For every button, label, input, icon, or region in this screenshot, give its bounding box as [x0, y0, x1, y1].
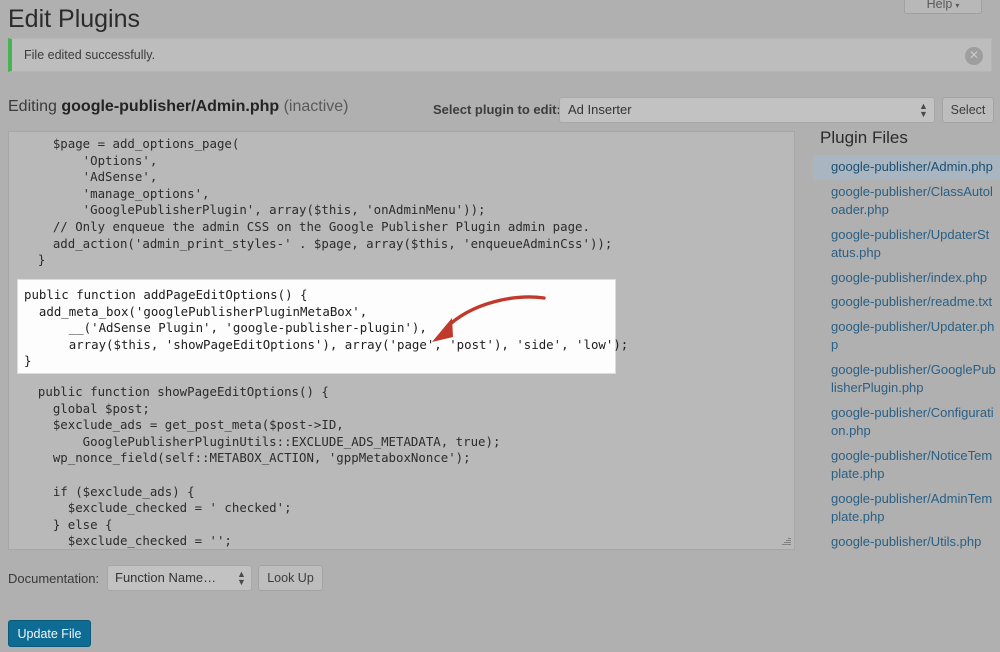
plugin-file-item[interactable]: google-publisher/NoticeTemplate.php	[813, 444, 1000, 487]
editing-state: (inactive)	[283, 98, 349, 115]
update-file-button[interactable]: Update File	[8, 620, 91, 647]
plugin-file-item[interactable]: google-publisher/AdminTemplate.php	[813, 487, 1000, 530]
editor-code-after: public function showPageEditOptions() { …	[37, 384, 501, 549]
plugin-file-item[interactable]: google-publisher/UpdaterStatus.php	[813, 223, 1000, 266]
plugin-file-item[interactable]: google-publisher/Utils.php	[813, 530, 1000, 555]
close-icon[interactable]: ✕	[965, 47, 983, 65]
plugin-files-title: Plugin Files	[820, 128, 908, 147]
help-tab[interactable]: Help ▾	[904, 0, 982, 14]
plugin-file-item[interactable]: google-publisher/Admin.php	[813, 155, 1000, 180]
editing-filename: google-publisher/Admin.php	[61, 98, 280, 115]
look-up-button[interactable]: Look Up	[258, 565, 323, 591]
plugin-file-item[interactable]: google-publisher/ClassAutoloader.php	[813, 180, 1000, 223]
help-tab-label: Help	[926, 0, 953, 11]
plugin-select-label: Select plugin to edit:	[433, 102, 561, 117]
documentation-select[interactable]: Function Name…	[107, 565, 252, 591]
page-title: Edit Plugins	[8, 5, 141, 33]
editing-file-label: Editing google-publisher/Admin.php (inac…	[8, 98, 349, 116]
highlighted-code-callout: public function addPageEditOptions() { a…	[18, 280, 628, 373]
documentation-label: Documentation:	[8, 571, 100, 586]
plugin-select-dropdown[interactable]: Ad Inserter	[559, 97, 935, 123]
plugin-file-item[interactable]: google-publisher/Updater.php	[813, 315, 1000, 358]
success-notice: File edited successfully. ✕	[8, 38, 992, 72]
editor-code-before: $page = add_options_page( 'Options', 'Ad…	[37, 136, 613, 268]
plugin-file-item[interactable]: google-publisher/index.php	[813, 266, 1000, 291]
plugin-file-item[interactable]: google-publisher/Configuration.php	[813, 401, 1000, 444]
chevron-down-icon: ▾	[955, 1, 960, 10]
plugin-file-item[interactable]: google-publisher/GooglePublisherPlugin.p…	[813, 358, 1000, 401]
plugin-files-list: google-publisher/Admin.php google-publish…	[813, 155, 1000, 554]
textarea-resize-handle[interactable]	[779, 534, 793, 548]
plugin-files-panel: Plugin Files google-publisher/Admin.php g…	[813, 128, 1000, 652]
highlighted-code-text: public function addPageEditOptions() { a…	[24, 287, 629, 369]
plugin-file-item[interactable]: google-publisher/readme.txt	[813, 290, 1000, 315]
notice-message: File edited successfully.	[24, 48, 156, 62]
select-button[interactable]: Select	[942, 97, 994, 123]
editing-prefix: Editing	[8, 98, 57, 115]
